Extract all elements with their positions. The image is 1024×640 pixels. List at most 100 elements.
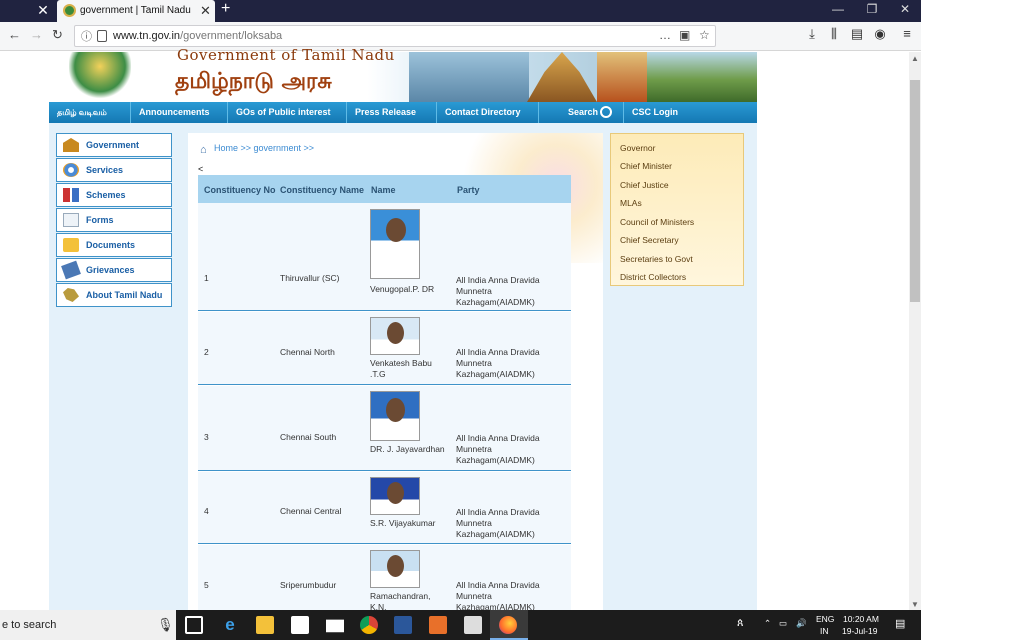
link-governor[interactable]: Governor <box>620 143 655 153</box>
breadcrumb[interactable]: Home >> government >> <box>214 143 314 153</box>
back-link[interactable]: < <box>198 164 203 174</box>
download-icon[interactable]: ⤓ <box>804 26 820 42</box>
party-name: All India Anna Dravida Munnetra Kazhagam… <box>456 433 540 465</box>
clock-date[interactable]: 19-Jul-19 <box>842 626 877 636</box>
menu-icon[interactable]: ≡ <box>899 26 915 41</box>
constituency-name: Chennai South <box>280 432 337 442</box>
face-shape <box>386 218 406 242</box>
bookmark-star-icon[interactable]: ☆ <box>699 28 710 42</box>
notification-icon[interactable]: ▤ <box>895 617 905 630</box>
browser-tab-bar: ✕ government | Tamil Nadu Gove ✕ + — ❐ ✕ <box>0 0 921 22</box>
task-view-icon[interactable] <box>185 616 203 634</box>
link-chief-minister[interactable]: Chief Minister <box>620 161 672 171</box>
lock-icon <box>97 30 107 42</box>
language-indicator[interactable]: ENG <box>816 614 834 624</box>
tab-close-icon[interactable]: ✕ <box>200 3 211 19</box>
chrome-icon[interactable] <box>360 616 378 634</box>
favicon-icon <box>63 4 76 17</box>
scrollbar-thumb[interactable] <box>910 80 920 302</box>
minimize-icon[interactable]: — <box>828 2 848 16</box>
left-nav-government[interactable]: Government <box>56 133 172 157</box>
menu-item-press-release[interactable]: Press Release <box>347 102 437 123</box>
paint-icon[interactable] <box>429 616 447 634</box>
restore-icon[interactable]: ❐ <box>862 2 882 16</box>
navigation-bar: ← → ↻ ⓘ www.tn.gov.in/government/loksaba… <box>0 22 921 51</box>
library-icon[interactable]: ⫼ <box>826 26 842 42</box>
left-nav-label: Government <box>86 140 140 150</box>
site-title-english: Government of Tamil Nadu <box>177 46 395 64</box>
account-icon[interactable]: ◉ <box>872 26 888 42</box>
mp-photo <box>370 209 420 279</box>
search-icon[interactable] <box>600 106 612 118</box>
menu-item-announcements[interactable]: Announcements <box>131 102 228 123</box>
column-header: Party <box>457 185 480 195</box>
table-row: 5 Sriperumbudur Ramachandran, K.N. All I… <box>198 545 571 612</box>
column-header: Name <box>371 185 396 195</box>
menu-item-tamil[interactable]: தமிழ் வடிவம் <box>49 102 131 123</box>
link-chief-secretary[interactable]: Chief Secretary <box>620 235 679 245</box>
main-menu: தமிழ் வடிவம் Announcements GOs of Public… <box>49 102 757 123</box>
browser-tab[interactable]: government | Tamil Nadu Gove ✕ <box>57 0 215 22</box>
link-secretaries-to-govt[interactable]: Secretaries to Govt <box>620 254 693 264</box>
menu-item-csc-login[interactable]: CSC Login <box>624 102 757 123</box>
volume-icon[interactable]: 🔊 <box>796 618 807 629</box>
left-nav-grievances[interactable]: Grievances <box>56 258 172 282</box>
site-container: Government of Tamil Nadu தமிழ்நாடு அரசு … <box>49 46 757 612</box>
link-mlas[interactable]: MLAs <box>620 198 642 208</box>
table-row: 3 Chennai South DR. J. Jayavardhan All I… <box>198 386 571 471</box>
header-dancer-image <box>597 52 647 102</box>
left-nav-schemes[interactable]: Schemes <box>56 183 172 207</box>
face-shape <box>387 482 404 504</box>
people-icon[interactable]: ጰ <box>737 617 744 630</box>
close-icon[interactable]: ✕ <box>33 2 53 19</box>
left-nav-documents[interactable]: Documents <box>56 233 172 257</box>
link-chief-justice[interactable]: Chief Justice <box>620 180 669 190</box>
file-explorer-icon[interactable] <box>256 616 274 634</box>
constituency-no: 5 <box>204 580 209 590</box>
network-icon[interactable]: ▭ <box>779 618 787 629</box>
word-icon[interactable] <box>394 616 412 634</box>
microphone-icon[interactable]: 🎙 <box>157 617 174 633</box>
chevron-up-icon[interactable]: ⌃ <box>764 618 771 629</box>
left-nav-label: Schemes <box>86 190 126 200</box>
home-icon[interactable]: ⌂ <box>200 144 207 156</box>
scroll-down-icon[interactable]: ▼ <box>911 600 919 609</box>
party-name: All India Anna Dravida Munnetra Kazhagam… <box>456 580 540 612</box>
info-icon[interactable]: ⓘ <box>81 28 92 44</box>
app-icon[interactable] <box>464 616 482 634</box>
constituency-no: 2 <box>204 347 209 357</box>
column-header: Constituency Name <box>280 185 365 195</box>
window-close-icon[interactable]: ✕ <box>895 2 915 16</box>
pocket-icon[interactable]: ▣ <box>679 28 690 42</box>
left-nav-label: Services <box>86 165 124 175</box>
sidebar-icon[interactable]: ▤ <box>849 26 865 42</box>
new-tab-icon[interactable]: + <box>221 0 237 18</box>
taskbar-search[interactable]: e to search 🎙 <box>0 610 176 640</box>
left-nav-services[interactable]: Services <box>56 158 172 182</box>
clock-time[interactable]: 10:20 AM <box>843 614 879 624</box>
mp-photo <box>370 550 420 588</box>
forward-icon[interactable]: → <box>30 27 43 42</box>
back-icon[interactable]: ← <box>8 27 21 42</box>
left-nav-forms[interactable]: Forms <box>56 208 172 232</box>
link-district-collectors[interactable]: District Collectors <box>620 272 686 282</box>
left-nav-about-tamil-nadu[interactable]: About Tamil Nadu <box>56 283 172 307</box>
header-field-image <box>647 52 757 102</box>
link-council-of-ministers[interactable]: Council of Ministers <box>620 217 694 227</box>
firefox-icon[interactable] <box>499 616 517 634</box>
face-shape <box>386 398 405 422</box>
reload-icon[interactable]: ↻ <box>52 27 63 43</box>
page-actions-icon[interactable]: … <box>659 28 671 42</box>
mp-name: Venugopal.P. DR <box>370 284 435 294</box>
edge-icon[interactable]: e <box>221 616 239 634</box>
menu-item-contact-directory[interactable]: Contact Directory <box>437 102 539 123</box>
mp-name: Venkatesh Babu .T.G <box>370 358 432 379</box>
menu-item-gos[interactable]: GOs of Public interest <box>228 102 347 123</box>
left-nav-label: Documents <box>86 240 136 250</box>
tn-emblem-icon[interactable] <box>69 52 131 100</box>
constituency-name: Chennai North <box>280 347 335 357</box>
address-bar[interactable]: ⓘ www.tn.gov.in/government/loksaba … ▣ ☆ <box>74 25 716 47</box>
scroll-up-icon[interactable]: ▲ <box>911 54 919 63</box>
store-icon[interactable] <box>291 616 309 634</box>
constituency-name: Thiruvallur (SC) <box>280 273 340 283</box>
